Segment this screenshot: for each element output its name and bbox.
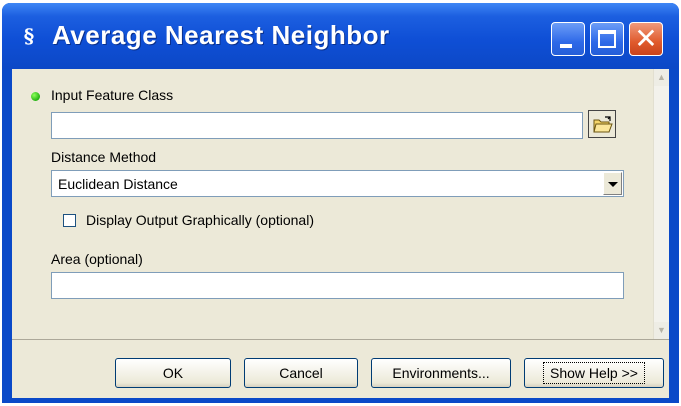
ok-button[interactable]: OK	[115, 358, 231, 388]
scroll-up-arrow-icon[interactable]: ▲	[654, 69, 669, 86]
show-help-label: Show Help >>	[543, 362, 645, 384]
display-output-label: Display Output Graphically (optional)	[86, 212, 314, 228]
open-folder-icon	[593, 116, 613, 133]
vertical-scrollbar[interactable]: ▲ ▼	[653, 69, 669, 339]
input-feature-class-label: Input Feature Class	[51, 87, 174, 103]
cancel-button[interactable]: Cancel	[244, 358, 358, 388]
area-label: Area (optional)	[51, 251, 143, 267]
display-output-checkbox[interactable]	[63, 214, 76, 227]
browse-button[interactable]	[588, 110, 616, 138]
close-icon: ✕	[634, 22, 658, 55]
button-bar: OK Cancel Environments... Show Help >>	[12, 339, 669, 398]
input-feature-class-field[interactable]	[51, 112, 583, 139]
close-button[interactable]: ✕	[629, 22, 663, 56]
environments-button[interactable]: Environments...	[371, 358, 511, 388]
title-bar[interactable]: § Average Nearest Neighbor ✕	[2, 3, 679, 69]
minimize-button[interactable]	[551, 22, 585, 56]
chevron-down-icon[interactable]	[603, 172, 622, 195]
distance-method-value: Euclidean Distance	[58, 176, 178, 192]
distance-method-dropdown[interactable]: Euclidean Distance	[51, 170, 624, 197]
required-indicator-icon	[31, 92, 40, 101]
maximize-icon	[598, 30, 616, 48]
maximize-button[interactable]	[590, 22, 624, 56]
window-title: Average Nearest Neighbor	[52, 20, 390, 50]
show-help-button[interactable]: Show Help >>	[524, 358, 664, 388]
minimize-icon	[560, 44, 572, 48]
distance-method-label: Distance Method	[51, 149, 157, 165]
area-field[interactable]	[51, 272, 624, 299]
script-tool-icon: §	[23, 24, 35, 48]
dialog-body: ▲ ▼ Input Feature Class Distance Method …	[12, 69, 669, 398]
scroll-down-arrow-icon[interactable]: ▼	[654, 322, 669, 339]
dialog-window: § Average Nearest Neighbor ✕ ▲ ▼ Input F…	[2, 3, 679, 403]
